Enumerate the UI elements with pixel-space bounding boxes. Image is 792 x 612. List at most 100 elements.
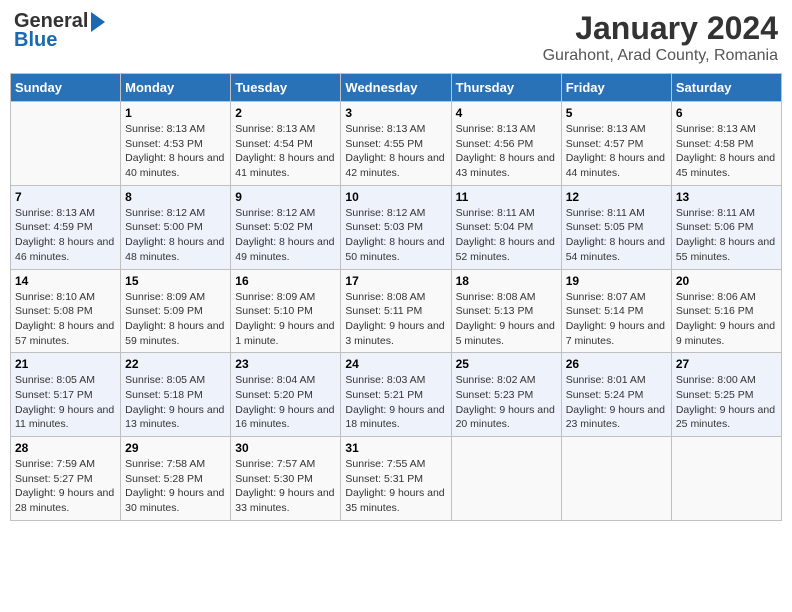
day-number: 25: [456, 357, 557, 371]
calendar-cell: [11, 102, 121, 186]
calendar-cell: 15 Sunrise: 8:09 AMSunset: 5:09 PMDayligh…: [121, 269, 231, 353]
day-sun-info: Sunrise: 7:59 AMSunset: 5:27 PMDaylight:…: [15, 457, 116, 516]
day-sun-info: Sunrise: 8:07 AMSunset: 5:14 PMDaylight:…: [566, 290, 667, 349]
calendar-cell: [671, 437, 781, 521]
day-number: 12: [566, 190, 667, 204]
day-number: 2: [235, 106, 336, 120]
logo: General Blue: [14, 10, 105, 52]
weekday-header: Friday: [561, 74, 671, 102]
day-sun-info: Sunrise: 8:04 AMSunset: 5:20 PMDaylight:…: [235, 373, 336, 432]
day-number: 11: [456, 190, 557, 204]
day-number: 21: [15, 357, 116, 371]
calendar-cell: 26 Sunrise: 8:01 AMSunset: 5:24 PMDayligh…: [561, 353, 671, 437]
day-number: 18: [456, 274, 557, 288]
day-number: 15: [125, 274, 226, 288]
day-sun-info: Sunrise: 8:09 AMSunset: 5:10 PMDaylight:…: [235, 290, 336, 349]
day-number: 8: [125, 190, 226, 204]
calendar-table: SundayMondayTuesdayWednesdayThursdayFrid…: [10, 73, 782, 521]
calendar-cell: 31 Sunrise: 7:55 AMSunset: 5:31 PMDayligh…: [341, 437, 451, 521]
day-number: 5: [566, 106, 667, 120]
calendar-cell: 6 Sunrise: 8:13 AMSunset: 4:58 PMDaylight…: [671, 102, 781, 186]
calendar-cell: 23 Sunrise: 8:04 AMSunset: 5:20 PMDayligh…: [231, 353, 341, 437]
calendar-cell: 4 Sunrise: 8:13 AMSunset: 4:56 PMDaylight…: [451, 102, 561, 186]
day-sun-info: Sunrise: 8:11 AMSunset: 5:06 PMDaylight:…: [676, 206, 777, 265]
day-number: 27: [676, 357, 777, 371]
day-number: 17: [345, 274, 446, 288]
calendar-cell: 21Sunrise: 8:05 AMSunset: 5:17 PMDayligh…: [11, 353, 121, 437]
day-number: 23: [235, 357, 336, 371]
day-sun-info: Sunrise: 7:55 AMSunset: 5:31 PMDaylight:…: [345, 457, 446, 516]
day-number: 20: [676, 274, 777, 288]
calendar-cell: 19 Sunrise: 8:07 AMSunset: 5:14 PMDayligh…: [561, 269, 671, 353]
day-sun-info: Sunrise: 8:09 AMSunset: 5:09 PMDaylight:…: [125, 290, 226, 349]
calendar-cell: 27 Sunrise: 8:00 AMSunset: 5:25 PMDayligh…: [671, 353, 781, 437]
day-sun-info: Sunrise: 7:57 AMSunset: 5:30 PMDaylight:…: [235, 457, 336, 516]
day-sun-info: Sunrise: 8:11 AMSunset: 5:04 PMDaylight:…: [456, 206, 557, 265]
calendar-cell: 9 Sunrise: 8:12 AMSunset: 5:02 PMDaylight…: [231, 185, 341, 269]
day-sun-info: Sunrise: 8:00 AMSunset: 5:25 PMDaylight:…: [676, 373, 777, 432]
calendar-cell: 5 Sunrise: 8:13 AMSunset: 4:57 PMDaylight…: [561, 102, 671, 186]
day-number: 6: [676, 106, 777, 120]
logo-arrow-icon: [91, 12, 105, 32]
calendar-week-row: 21Sunrise: 8:05 AMSunset: 5:17 PMDayligh…: [11, 353, 782, 437]
day-number: 28: [15, 441, 116, 455]
day-number: 14: [15, 274, 116, 288]
calendar-cell: 30 Sunrise: 7:57 AMSunset: 5:30 PMDayligh…: [231, 437, 341, 521]
weekday-header: Tuesday: [231, 74, 341, 102]
day-number: 31: [345, 441, 446, 455]
calendar-cell: 18 Sunrise: 8:08 AMSunset: 5:13 PMDayligh…: [451, 269, 561, 353]
day-number: 22: [125, 357, 226, 371]
calendar-cell: 10 Sunrise: 8:12 AMSunset: 5:03 PMDayligh…: [341, 185, 451, 269]
weekday-header: Sunday: [11, 74, 121, 102]
weekday-header: Saturday: [671, 74, 781, 102]
page-title: January 2024: [543, 10, 778, 47]
day-number: 19: [566, 274, 667, 288]
day-sun-info: Sunrise: 8:12 AMSunset: 5:03 PMDaylight:…: [345, 206, 446, 265]
day-sun-info: Sunrise: 8:02 AMSunset: 5:23 PMDaylight:…: [456, 373, 557, 432]
calendar-cell: 20Sunrise: 8:06 AMSunset: 5:16 PMDayligh…: [671, 269, 781, 353]
day-number: 30: [235, 441, 336, 455]
day-number: 9: [235, 190, 336, 204]
day-number: 13: [676, 190, 777, 204]
day-sun-info: Sunrise: 8:13 AMSunset: 4:56 PMDaylight:…: [456, 122, 557, 181]
day-number: 29: [125, 441, 226, 455]
calendar-cell: 22Sunrise: 8:05 AMSunset: 5:18 PMDayligh…: [121, 353, 231, 437]
day-number: 7: [15, 190, 116, 204]
page-header: General Blue January 2024 Gurahont, Arad…: [10, 10, 782, 65]
calendar-cell: [451, 437, 561, 521]
day-sun-info: Sunrise: 8:13 AMSunset: 4:57 PMDaylight:…: [566, 122, 667, 181]
day-sun-info: Sunrise: 8:08 AMSunset: 5:13 PMDaylight:…: [456, 290, 557, 349]
calendar-cell: 1 Sunrise: 8:13 AMSunset: 4:53 PMDaylight…: [121, 102, 231, 186]
day-number: 1: [125, 106, 226, 120]
title-block: January 2024 Gurahont, Arad County, Roma…: [543, 10, 778, 65]
calendar-cell: 25 Sunrise: 8:02 AMSunset: 5:23 PMDayligh…: [451, 353, 561, 437]
day-number: 3: [345, 106, 446, 120]
calendar-cell: 3Sunrise: 8:13 AMSunset: 4:55 PMDaylight…: [341, 102, 451, 186]
calendar-cell: 17Sunrise: 8:08 AMSunset: 5:11 PMDayligh…: [341, 269, 451, 353]
calendar-cell: 11 Sunrise: 8:11 AMSunset: 5:04 PMDayligh…: [451, 185, 561, 269]
day-sun-info: Sunrise: 8:13 AMSunset: 4:58 PMDaylight:…: [676, 122, 777, 181]
calendar-cell: 8Sunrise: 8:12 AMSunset: 5:00 PMDaylight…: [121, 185, 231, 269]
day-sun-info: Sunrise: 8:12 AMSunset: 5:02 PMDaylight:…: [235, 206, 336, 265]
page-subtitle: Gurahont, Arad County, Romania: [543, 47, 778, 65]
calendar-week-row: 7Sunrise: 8:13 AMSunset: 4:59 PMDaylight…: [11, 185, 782, 269]
day-number: 26: [566, 357, 667, 371]
calendar-cell: 14 Sunrise: 8:10 AMSunset: 5:08 PMDayligh…: [11, 269, 121, 353]
day-sun-info: Sunrise: 8:13 AMSunset: 4:53 PMDaylight:…: [125, 122, 226, 181]
day-sun-info: Sunrise: 8:01 AMSunset: 5:24 PMDaylight:…: [566, 373, 667, 432]
calendar-cell: 28 Sunrise: 7:59 AMSunset: 5:27 PMDayligh…: [11, 437, 121, 521]
day-number: 16: [235, 274, 336, 288]
calendar-week-row: 1 Sunrise: 8:13 AMSunset: 4:53 PMDaylight…: [11, 102, 782, 186]
day-number: 4: [456, 106, 557, 120]
weekday-header: Thursday: [451, 74, 561, 102]
calendar-cell: 29Sunrise: 7:58 AMSunset: 5:28 PMDayligh…: [121, 437, 231, 521]
calendar-cell: 13 Sunrise: 8:11 AMSunset: 5:06 PMDayligh…: [671, 185, 781, 269]
day-number: 24: [345, 357, 446, 371]
day-sun-info: Sunrise: 8:11 AMSunset: 5:05 PMDaylight:…: [566, 206, 667, 265]
day-sun-info: Sunrise: 8:13 AMSunset: 4:54 PMDaylight:…: [235, 122, 336, 181]
day-number: 10: [345, 190, 446, 204]
weekday-header: Wednesday: [341, 74, 451, 102]
calendar-cell: 7Sunrise: 8:13 AMSunset: 4:59 PMDaylight…: [11, 185, 121, 269]
calendar-week-row: 14 Sunrise: 8:10 AMSunset: 5:08 PMDayligh…: [11, 269, 782, 353]
day-sun-info: Sunrise: 8:10 AMSunset: 5:08 PMDaylight:…: [15, 290, 116, 349]
